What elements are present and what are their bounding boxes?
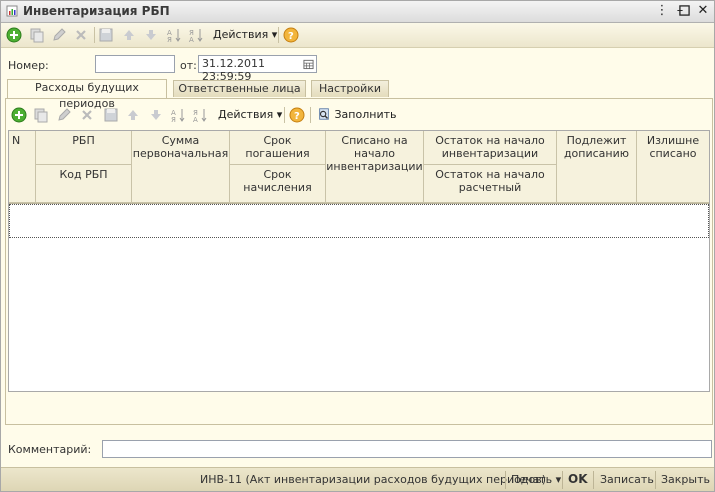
col-balance-calc[interactable]: Остаток на начало расчетный <box>424 165 557 203</box>
arrow-up-icon[interactable] <box>120 26 138 44</box>
table-actions-menu[interactable]: Действия ▾ <box>218 108 282 121</box>
print-label: Печать <box>511 473 553 486</box>
svg-text:Я: Я <box>171 116 176 123</box>
svg-text:A: A <box>189 36 194 43</box>
move-down-icon[interactable] <box>147 106 165 124</box>
chevron-down-icon: ▾ <box>276 108 283 121</box>
svg-text:?: ? <box>294 111 300 122</box>
print-form-link[interactable]: ИНВ-11 (Акт инвентаризации расходов буду… <box>200 473 546 486</box>
menu-icon[interactable]: ⋮ <box>654 3 670 19</box>
tab-panel: AЯ ЯA Действия ▾ ? Заполнить N РБП Код Р… <box>5 98 713 425</box>
table-header: N РБП Код РБП Сумма первоначальная Срок … <box>9 131 709 204</box>
svg-text:Я: Я <box>167 36 172 43</box>
chevron-down-icon: ▾ <box>271 28 278 41</box>
number-label: Номер: <box>8 59 49 72</box>
add-icon[interactable] <box>5 26 23 44</box>
maximize-icon[interactable] <box>676 3 692 19</box>
chevron-down-icon: ▾ <box>555 473 562 486</box>
print-button[interactable]: Печать ▾ <box>511 473 561 486</box>
comment-field[interactable] <box>102 440 712 458</box>
col-to-write[interactable]: Подлежит дописанию <box>557 131 637 203</box>
col-rbp-code[interactable]: Код РБП <box>36 165 132 203</box>
footer-bar: ИНВ-11 (Акт инвентаризации расходов буду… <box>1 467 714 491</box>
col-balance-start[interactable]: Остаток на начало инвентаризации <box>424 131 557 165</box>
arrow-down-icon[interactable] <box>142 26 160 44</box>
svg-text:A: A <box>193 116 198 123</box>
fill-button[interactable]: Заполнить <box>317 107 396 124</box>
copy-icon[interactable] <box>28 26 46 44</box>
ok-button[interactable]: OK <box>568 472 588 486</box>
tab-settings[interactable]: Настройки <box>311 80 389 97</box>
col-written-off[interactable]: Списано на начало инвентаризации <box>326 131 424 203</box>
col-rbp[interactable]: РБП <box>36 131 132 165</box>
main-toolbar: AЯ ЯA Действия ▾ ? <box>1 23 714 48</box>
close-icon[interactable]: ✕ <box>695 3 711 19</box>
copy-row-icon[interactable] <box>32 106 50 124</box>
col-accrual-term[interactable]: Срок начисления <box>230 165 326 203</box>
move-up-icon[interactable] <box>124 106 142 124</box>
date-label: от: <box>180 59 197 72</box>
tab-responsible-persons[interactable]: Ответственные лица <box>173 80 306 97</box>
calendar-icon[interactable] <box>303 58 314 73</box>
number-field[interactable] <box>95 55 175 73</box>
help-icon[interactable]: ? <box>288 106 306 124</box>
save-button[interactable]: Записать <box>600 473 654 486</box>
table-row[interactable] <box>9 204 709 238</box>
col-repay-term[interactable]: Срок погашения <box>230 131 326 165</box>
sort-desc-icon[interactable]: ЯA <box>187 26 205 44</box>
expenses-table[interactable]: N РБП Код РБП Сумма первоначальная Срок … <box>8 130 710 392</box>
col-excess[interactable]: Излишне списано <box>637 131 709 203</box>
col-n[interactable]: N <box>9 131 36 203</box>
document-icon <box>6 5 18 17</box>
window-title: Инвентаризация РБП <box>23 4 170 18</box>
date-field[interactable]: 31.12.2011 23:59:59 <box>198 55 317 83</box>
svg-text:?: ? <box>288 31 294 42</box>
actions-menu[interactable]: Действия ▾ <box>213 28 277 41</box>
col-sum-initial[interactable]: Сумма первоначальная <box>132 131 230 203</box>
help-icon[interactable]: ? <box>282 26 300 44</box>
tab-deferred-expenses[interactable]: Расходы будущих периодов <box>7 79 167 110</box>
delete-icon[interactable] <box>72 26 90 44</box>
table-actions-label: Действия <box>218 108 274 121</box>
actions-label: Действия <box>213 28 269 41</box>
sort-asc-icon[interactable]: AЯ <box>169 106 187 124</box>
comment-label: Комментарий: <box>8 443 92 456</box>
sort-desc-icon[interactable]: ЯA <box>191 106 209 124</box>
sort-asc-icon[interactable]: AЯ <box>165 26 183 44</box>
fill-icon <box>317 107 331 124</box>
save-icon[interactable] <box>97 26 115 44</box>
close-button[interactable]: Закрыть <box>661 473 710 486</box>
edit-icon[interactable] <box>50 26 68 44</box>
fill-label: Заполнить <box>334 108 397 121</box>
window: Инвентаризация РБП ⋮ – ✕ AЯ ЯA Действия … <box>0 0 715 492</box>
title-bar: Инвентаризация РБП ⋮ – ✕ <box>1 1 714 23</box>
add-row-icon[interactable] <box>10 106 28 124</box>
